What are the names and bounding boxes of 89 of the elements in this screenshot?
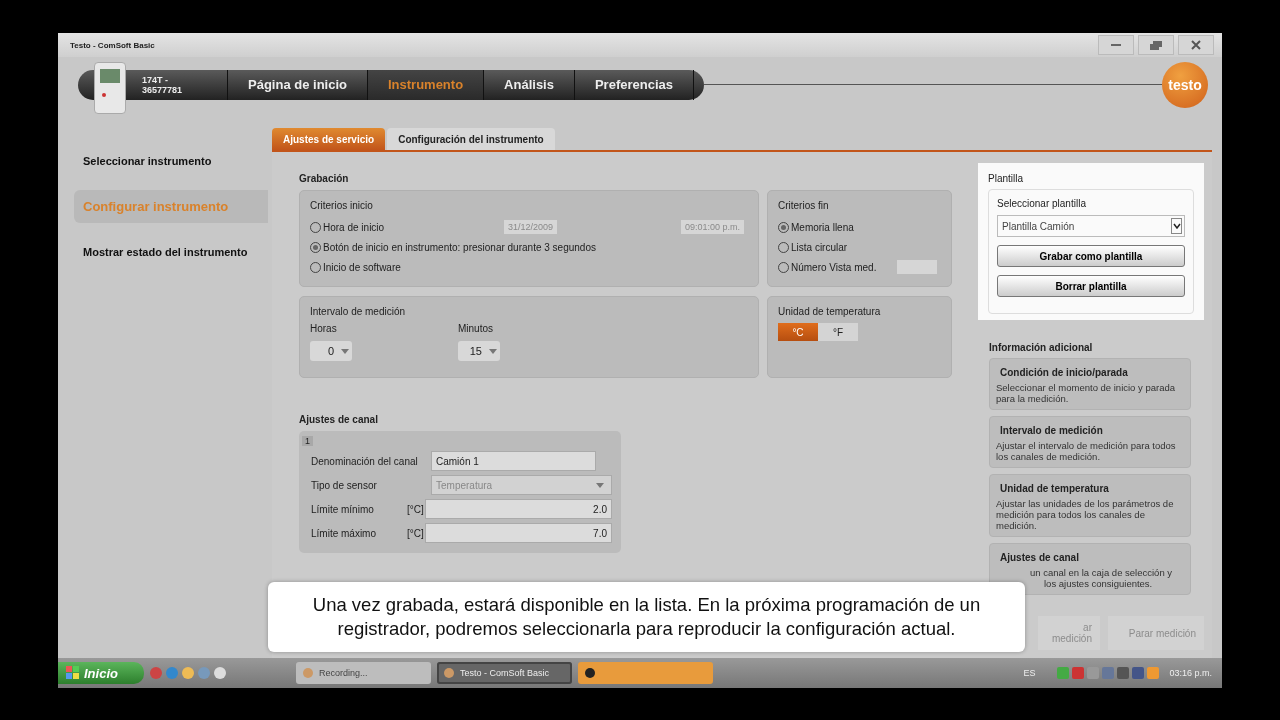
radio-label: Lista circular — [791, 241, 848, 253]
section-heading: Ajustes de canal — [299, 414, 379, 425]
taskbar-task[interactable] — [578, 662, 713, 684]
sidebar-item[interactable]: Seleccionar instrumento — [74, 146, 268, 176]
field-label: Límite máximo — [311, 527, 377, 539]
radio-label: Botón de inicio en instrumento: presionar durante 3 segundos — [323, 241, 596, 253]
input-field[interactable]: Camión 1 — [431, 451, 596, 471]
nav-tab[interactable]: Página de inicio — [228, 69, 368, 100]
section-heading: Información adicional — [989, 342, 1094, 353]
device-serial: 174T - — [142, 74, 169, 85]
field-label: Límite mínimo — [311, 503, 375, 515]
tray-icon[interactable] — [1132, 667, 1145, 679]
restore-button[interactable] — [1138, 35, 1174, 55]
group-title: Criterios fin — [778, 200, 830, 211]
group-title: Criterios inicio — [310, 200, 374, 211]
panel-title: Plantilla — [988, 173, 1025, 184]
window-title: Testo - ComSoft Basic — [70, 40, 155, 50]
field-label: Seleccionar plantilla — [997, 198, 1087, 209]
nav-tab[interactable]: Instrumento — [367, 69, 485, 100]
card-text: los ajustes consiguientes. — [1043, 578, 1154, 589]
caret-icon — [1172, 223, 1181, 229]
tray-icon[interactable] — [1072, 667, 1085, 679]
group-title: Intervalo de medición — [310, 306, 407, 317]
section-heading: Grabación — [299, 173, 350, 184]
app-icon — [302, 667, 314, 679]
tray-icon[interactable] — [1117, 667, 1130, 679]
subtitle-text: registrador, podremos seleccionarla para reproducir la configuración actual. — [337, 617, 956, 641]
quick-launch-icon[interactable] — [198, 667, 210, 679]
radio-label: Memoria llena — [791, 221, 854, 233]
card-title: Unidad de temperatura — [1000, 483, 1110, 494]
tray-icon[interactable] — [1057, 667, 1070, 679]
nav-tab[interactable]: Preferencias — [574, 69, 694, 100]
field-label: Denominación del canal — [311, 455, 419, 467]
radio-label: Número Vista med. — [791, 261, 877, 273]
restore-icon — [1150, 40, 1162, 50]
caret-icon — [596, 482, 604, 488]
caret-icon — [341, 348, 349, 354]
card-title: Condición de inicio/parada — [1000, 367, 1129, 378]
input-field[interactable]: 7.0 — [425, 523, 612, 543]
clock: 03:16 p.m. — [1169, 668, 1212, 678]
unit-label: [°C] — [407, 503, 425, 515]
unit-toggle[interactable]: °F — [818, 323, 858, 341]
card-text: Ajustar las unidades de los parámetros de medición para todos los canales de medición. — [996, 498, 1175, 531]
card-title: Intervalo de medición — [1000, 425, 1104, 436]
minimize-icon — [1111, 43, 1121, 47]
taskbar-task[interactable]: Recording... — [296, 662, 431, 684]
nav-tab[interactable]: Análisis — [484, 69, 575, 100]
caret-icon — [489, 348, 497, 354]
tab[interactable]: Configuración del instrumento — [387, 128, 555, 150]
quick-launch-icon[interactable] — [182, 667, 194, 679]
radio-label: Inicio de software — [323, 261, 401, 273]
app-icon — [584, 667, 596, 679]
field-label: Horas — [310, 323, 338, 334]
field-label: Minutos — [458, 323, 494, 334]
testo-logo: testo — [1162, 61, 1208, 108]
field-label: Tipo de sensor — [311, 479, 378, 491]
quick-launch-icon[interactable] — [166, 667, 178, 679]
subtitle-text: Una vez grabada, estará disponible en la lista. En la próxima programación de un — [312, 593, 981, 617]
hours-dropdown[interactable]: 0 — [310, 341, 352, 361]
minimize-button[interactable] — [1098, 35, 1134, 55]
device-serial: 36577781 — [142, 84, 184, 95]
template-button[interactable]: Borrar plantilla — [997, 275, 1185, 297]
tray-icon[interactable] — [1087, 667, 1100, 679]
card-text: un canal en la caja de selección y — [1029, 567, 1174, 578]
template-button[interactable]: Grabar como plantilla — [997, 245, 1185, 267]
group-title: Unidad de temperatura — [778, 306, 882, 317]
card-text: Seleccionar el momento de inicio y parada para la medición. — [996, 382, 1176, 404]
tray-icon[interactable] — [1147, 667, 1160, 679]
taskbar-task[interactable]: Testo - ComSoft Basic — [437, 662, 572, 684]
input-field[interactable]: 2.0 — [425, 499, 612, 519]
start-button[interactable]: Inicio — [58, 662, 144, 684]
channel-number: 1 — [302, 436, 313, 446]
quick-launch-icon[interactable] — [214, 667, 226, 679]
quick-launch-icon[interactable] — [150, 667, 162, 679]
app-icon — [443, 667, 455, 679]
minutes-dropdown[interactable]: 15 — [458, 341, 500, 361]
tray-icon[interactable] — [1102, 667, 1115, 679]
unit-label: [°C] — [407, 527, 425, 539]
tab[interactable]: Ajustes de servicio — [272, 128, 386, 150]
template-dropdown[interactable]: Plantilla Camión — [997, 215, 1185, 237]
radio-label: Hora de inicio — [323, 221, 385, 233]
count-field[interactable] — [897, 260, 937, 274]
data-logger-icon — [94, 61, 126, 114]
card-title: Ajustes de canal — [1000, 552, 1080, 563]
card-text: Ajustar el intervalo de medición para todos los canales de medición. — [996, 440, 1177, 462]
unit-toggle[interactable]: °C — [778, 323, 818, 341]
sidebar-item[interactable]: Mostrar estado del instrumento — [74, 237, 268, 267]
close-icon — [1191, 40, 1201, 50]
close-button[interactable] — [1178, 35, 1214, 55]
